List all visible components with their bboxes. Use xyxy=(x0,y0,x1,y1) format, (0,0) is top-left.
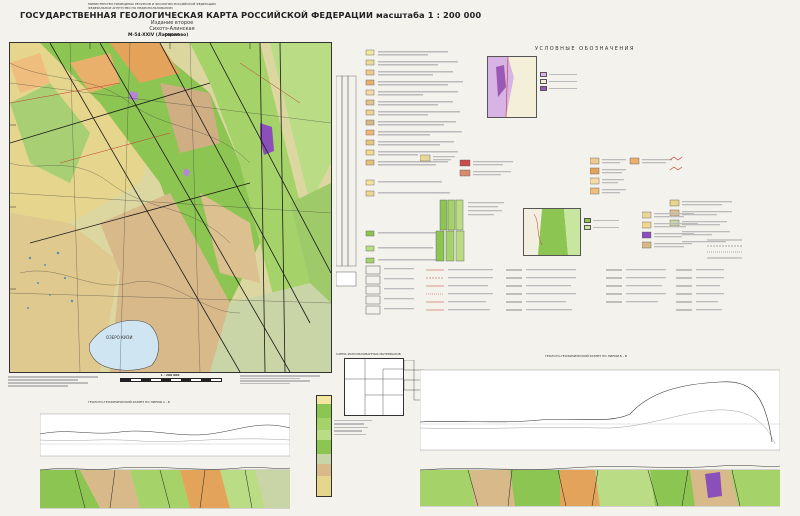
section2[interactable] xyxy=(419,362,781,512)
sheet-label: M-54-XXIV (Ларионово) xyxy=(128,33,189,38)
geological-map[interactable]: ОЗЕРО КИЗИ xyxy=(9,42,332,373)
legend-title: УСЛОВНЫЕ ОБОЗНАЧЕНИЯ xyxy=(535,46,635,52)
symbols-legend xyxy=(335,262,726,332)
ore-legend xyxy=(641,210,752,270)
map-canvas: ОЗЕРО КИЗИ xyxy=(10,43,331,372)
section1-canvas xyxy=(39,413,291,509)
map-title: ГОСУДАРСТВЕННАЯ ГЕОЛОГИЧЕСКАЯ КАРТА РОСС… xyxy=(20,10,482,20)
scale-bar: 1 : 200 000 xyxy=(120,373,222,385)
section1-title: ГЕОЛОГО-ГЕОФИЗИЧЕСКИЙ РАЗРЕЗ ПО ЛИНИИ А … xyxy=(88,400,170,404)
lithologic-column xyxy=(316,395,332,497)
section2-canvas xyxy=(419,369,781,507)
inset-map-2-canvas xyxy=(524,209,580,255)
section1[interactable] xyxy=(39,410,291,510)
inset-map-2-legend xyxy=(584,218,624,230)
lake-label: ОЗЕРО КИЗИ xyxy=(106,335,132,340)
inset-map-1-canvas xyxy=(488,56,536,118)
index-diagram-canvas xyxy=(345,359,403,415)
section2-title: ГЕОЛОГО-ГЕОФИЗИЧЕСКИЙ РАЗРЕЗ ПО ЛИНИИ Б … xyxy=(545,354,627,358)
ministry-header: МИНИСТЕРСТВО ПРИРОДНЫХ РЕСУРСОВ И ЭКОЛОГ… xyxy=(88,2,216,10)
ore-legend-canvas xyxy=(641,211,742,259)
symbols-legend-canvas xyxy=(335,265,724,315)
lithologic-column-notes xyxy=(334,418,372,437)
index-diagram[interactable] xyxy=(344,358,404,416)
map-footnote xyxy=(8,375,108,388)
publication-note xyxy=(240,374,320,385)
inset-map-1[interactable] xyxy=(487,56,537,118)
index-title: СХЕМА ИСПОЛЬЗОВАННЫХ МАТЕРИАЛОВ xyxy=(336,352,401,356)
inset-map-1-legend xyxy=(540,72,580,91)
scale-label: 1 : 200 000 xyxy=(160,373,180,377)
inset-map-2[interactable] xyxy=(523,208,581,256)
